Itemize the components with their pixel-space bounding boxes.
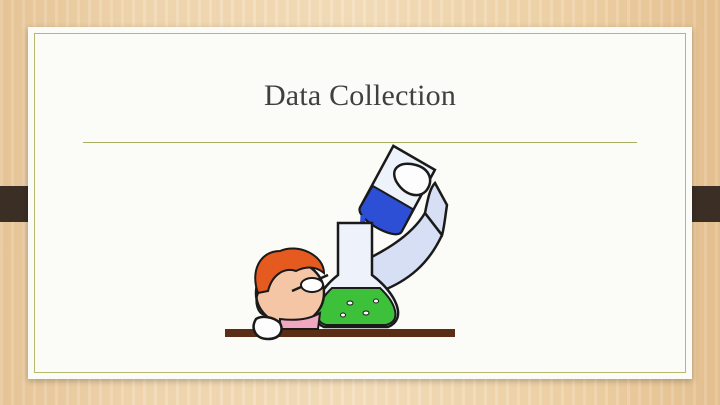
goggles — [300, 277, 324, 293]
green-liquid — [316, 287, 397, 326]
kid-hand — [252, 315, 283, 341]
slide-title: Data Collection — [263, 79, 457, 112]
slide: Data Collection — [28, 27, 692, 379]
scientist-illustration — [225, 144, 455, 341]
